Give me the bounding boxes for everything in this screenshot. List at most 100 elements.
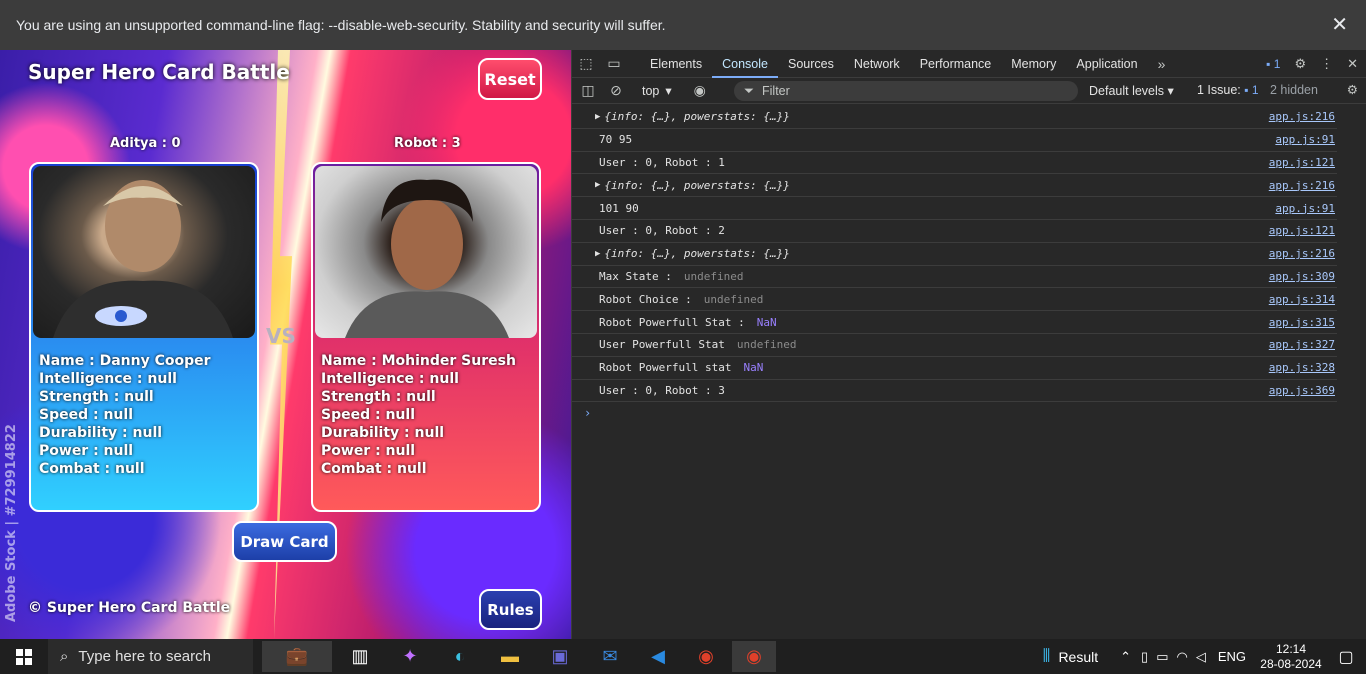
chevron-up-icon[interactable]: ⌃ <box>1120 649 1131 665</box>
draw-card-button[interactable]: Draw Card <box>232 521 337 562</box>
rules-button[interactable]: Rules <box>479 589 542 630</box>
notifications-icon[interactable]: ▢ <box>1326 647 1366 667</box>
log-levels-dropdown[interactable]: Default levels ▾ <box>1089 83 1174 98</box>
chrome-icon[interactable]: ◉ <box>684 641 728 672</box>
console-message: Robot Powerfull Stat : NaN app.js:315 <box>572 311 1337 334</box>
context-label: top <box>642 83 660 98</box>
console-message-value: NaN <box>743 361 764 375</box>
clock[interactable]: 12:14 28-08-2024 <box>1256 642 1326 672</box>
expand-triangle-icon[interactable]: ▶ <box>595 180 600 190</box>
hidden-messages-count: 2 hidden <box>1270 83 1318 97</box>
console-message: Robot Powerfull stat NaN app.js:328 <box>572 357 1337 380</box>
issues-counter[interactable]: 1 Issue: ▪ 1 <box>1197 83 1259 97</box>
source-link[interactable]: app.js:309 <box>1269 270 1335 283</box>
game-page: Super Hero Card Battle Reset Aditya : 0 … <box>0 50 571 639</box>
console-message-value: undefined <box>736 338 797 352</box>
close-devtools-icon[interactable]: ✕ <box>1347 56 1358 72</box>
expand-triangle-icon[interactable]: ▶ <box>595 249 600 259</box>
sidebar-toggle-icon[interactable]: ◫ <box>574 82 602 99</box>
user-power: Power : null <box>39 443 134 459</box>
console-settings-icon[interactable]: ⚙ <box>1347 82 1358 97</box>
robot-stats: Name : Mohinder Suresh Intelligence : nu… <box>321 352 516 478</box>
search-placeholder: Type here to search <box>78 648 211 665</box>
wifi-icon[interactable]: ◠ <box>1176 649 1187 665</box>
source-link[interactable]: app.js:216 <box>1269 179 1335 192</box>
mail-icon[interactable]: ✉ <box>588 641 632 672</box>
filter-input[interactable]: ⏷ Filter <box>734 81 1078 101</box>
console-message-value: undefined <box>703 292 764 306</box>
clear-console-icon[interactable]: ⊘ <box>602 82 630 99</box>
user-card: Name : Danny Cooper Intelligence : null … <box>29 162 259 512</box>
console-message-text: {info: {…}, powerstats: {…}} <box>604 178 790 192</box>
console-prompt-icon[interactable]: › <box>584 406 591 420</box>
user-stats: Name : Danny Cooper Intelligence : null … <box>39 352 211 478</box>
source-link[interactable]: app.js:121 <box>1269 156 1335 169</box>
source-link[interactable]: app.js:216 <box>1269 247 1335 260</box>
weather-icon[interactable]: ⦀ <box>1043 646 1051 667</box>
tab-sources[interactable]: Sources <box>778 50 844 78</box>
file-explorer-icon[interactable]: ▬ <box>488 641 532 672</box>
console-message: User : 0, Robot : 2 app.js:121 <box>572 220 1337 243</box>
language-label[interactable]: ENG <box>1218 649 1246 664</box>
eye-icon[interactable]: ◉ <box>686 82 714 99</box>
device-toolbar-icon[interactable]: ▭ <box>600 55 628 72</box>
reset-button[interactable]: Reset <box>478 58 542 100</box>
issues-count: 1 <box>1251 83 1259 97</box>
copilot-icon[interactable]: ✦ <box>388 641 432 672</box>
tab-network[interactable]: Network <box>844 50 910 78</box>
console-message: Max State : undefined app.js:309 <box>572 266 1337 289</box>
expand-triangle-icon[interactable]: ▶ <box>595 112 600 122</box>
source-link[interactable]: app.js:216 <box>1269 110 1335 123</box>
chevron-down-icon: ▾ <box>665 84 672 98</box>
system-tray: ⦀ Result ⌃ ▯ ▭ ◠ ◁ ENG 12:14 28-08-2024 … <box>1043 639 1366 674</box>
gear-icon[interactable]: ⚙ <box>1294 56 1306 72</box>
robot-intelligence: Intelligence : null <box>321 371 459 387</box>
briefcase-app-icon[interactable]: 💼 <box>262 641 332 672</box>
user-hero-image <box>33 166 255 338</box>
source-link[interactable]: app.js:315 <box>1269 316 1335 329</box>
tab-console[interactable]: Console <box>712 50 778 78</box>
source-link[interactable]: app.js:91 <box>1275 202 1335 215</box>
console-toolbar: ◫ ⊘ top ▾ ◉ ⏷ Filter Default levels ▾ 1 … <box>572 78 1366 104</box>
battery-icon[interactable]: ▯ <box>1141 649 1148 665</box>
tab-memory[interactable]: Memory <box>1001 50 1066 78</box>
kebab-menu-icon[interactable]: ⋮ <box>1320 56 1333 72</box>
user-score: Aditya : 0 <box>110 136 181 151</box>
taskbar-search[interactable]: ⌕ Type here to search <box>48 639 253 674</box>
tab-performance[interactable]: Performance <box>910 50 1002 78</box>
vscode-icon[interactable]: ◀ <box>636 641 680 672</box>
clock-date: 28-08-2024 <box>1260 656 1322 671</box>
source-link[interactable]: app.js:328 <box>1269 361 1335 374</box>
context-selector[interactable]: top ▾ <box>642 83 672 99</box>
inspect-element-icon[interactable]: ⬚ <box>572 55 600 72</box>
tab-application[interactable]: Application <box>1066 50 1147 78</box>
tab-elements[interactable]: Elements <box>640 50 712 78</box>
weather-label[interactable]: Result <box>1058 649 1098 665</box>
teams-icon[interactable]: ▣ <box>538 641 582 672</box>
console-message-text: {info: {…}, powerstats: {…}} <box>604 247 790 261</box>
console-message-text: Robot Powerfull stat <box>599 361 732 375</box>
task-view-icon[interactable]: ▥ <box>338 641 382 672</box>
edge-icon[interactable]: ◐ <box>438 641 482 672</box>
start-button[interactable] <box>0 639 48 674</box>
issues-badge[interactable]: ▪ 1 <box>1266 57 1280 71</box>
console-message-text: User : 0, Robot : 2 <box>599 224 725 238</box>
source-link[interactable]: app.js:314 <box>1269 293 1335 306</box>
more-tabs-icon[interactable]: » <box>1148 56 1176 72</box>
console-message-text: 101 90 <box>599 201 639 215</box>
issues-label: 1 Issue: <box>1197 83 1241 97</box>
chrome-active-icon[interactable]: ◉ <box>732 641 776 672</box>
console-log: ▶ {info: {…}, powerstats: {…}} app.js:216 7… <box>572 106 1366 424</box>
user-durability: Durability : null <box>39 425 163 441</box>
source-link[interactable]: app.js:121 <box>1269 224 1335 237</box>
user-speed: Speed : null <box>39 407 133 423</box>
close-icon[interactable]: ✕ <box>1331 12 1348 37</box>
source-link[interactable]: app.js:369 <box>1269 384 1335 397</box>
meet-now-icon[interactable]: ▭ <box>1156 649 1168 665</box>
source-link[interactable]: app.js:91 <box>1275 133 1335 146</box>
console-message: Robot Choice : undefined app.js:314 <box>572 288 1337 312</box>
console-message-value: undefined <box>683 269 744 283</box>
source-link[interactable]: app.js:327 <box>1269 338 1335 351</box>
volume-icon[interactable]: ◁ <box>1196 649 1206 665</box>
user-strength: Strength : null <box>39 389 154 405</box>
